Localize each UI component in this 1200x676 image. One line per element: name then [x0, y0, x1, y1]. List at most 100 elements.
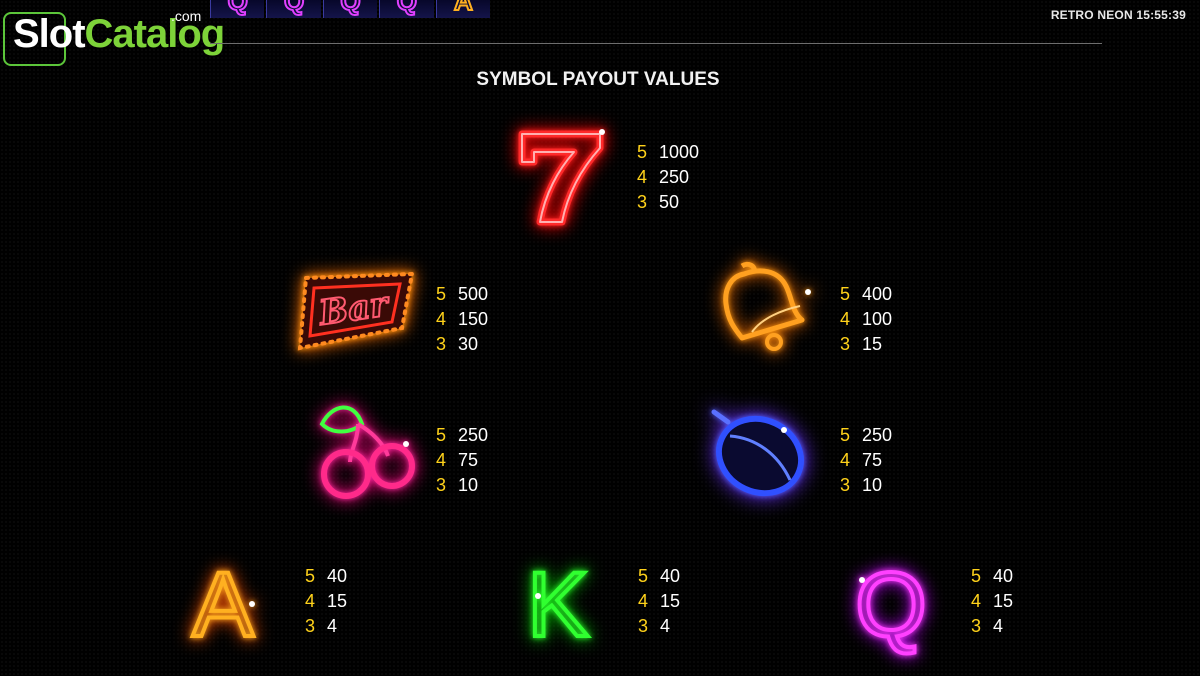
payout-value: 150 — [458, 309, 489, 329]
reel-cell: Q — [379, 0, 434, 18]
payout-row: 4 15 — [305, 589, 347, 614]
queen-symbol-icon: Q — [846, 552, 936, 658]
match-count: 5 — [638, 566, 649, 586]
match-count: 5 — [971, 566, 982, 586]
match-count: 4 — [840, 309, 851, 329]
match-count: 5 — [436, 284, 447, 304]
logo-com-text: .com — [171, 8, 202, 24]
payout-row: 5 250 — [840, 423, 892, 448]
match-count: 4 — [436, 309, 447, 329]
payout-row: 4 250 — [637, 165, 699, 190]
seven-payout-table: 5 1000 4 250 3 50 — [637, 140, 699, 215]
payout-value: 15 — [862, 334, 883, 354]
ace-symbol-icon: A — [180, 552, 266, 658]
seven-symbol-icon — [512, 122, 612, 230]
reel-cell: Q — [210, 0, 265, 18]
match-count: 3 — [840, 334, 851, 354]
payout-row: 3 50 — [637, 190, 699, 215]
payout-row: 5 250 — [436, 423, 488, 448]
payout-row: 3 10 — [436, 473, 488, 498]
match-count: 3 — [971, 616, 982, 636]
match-count: 5 — [840, 425, 851, 445]
payout-value: 100 — [862, 309, 893, 329]
ace-letter: A — [192, 554, 254, 656]
payout-value: 15 — [327, 591, 348, 611]
payout-row: 34 — [638, 614, 680, 639]
bell-symbol-icon — [712, 261, 812, 360]
payout-value: 10 — [862, 475, 883, 495]
queen-letter: Q — [855, 554, 927, 656]
plum-payout-table: 5 250 4 75 3 10 — [840, 423, 892, 498]
payout-row: 4 75 — [840, 448, 892, 473]
payout-value: 75 — [458, 450, 479, 470]
match-count: 5 — [436, 425, 447, 445]
payout-row: 5 40 — [638, 564, 680, 589]
match-count: 3 — [436, 334, 447, 354]
payout-value: 1000 — [659, 142, 700, 162]
match-count: 4 — [971, 591, 982, 611]
reel-cell: Q — [266, 0, 321, 18]
payout-row: 5 40 — [971, 564, 1013, 589]
payout-value: 15 — [993, 591, 1014, 611]
reel-strip: Q Q Q Q A — [210, 0, 491, 18]
payout-row: 5 1000 — [637, 140, 699, 165]
page-title: SYMBOL PAYOUT VALUES — [476, 69, 720, 90]
payout-value: 250 — [862, 425, 893, 445]
slotcatalog-logo[interactable]: SlotCatalog .com — [3, 8, 225, 68]
cherry-symbol-icon — [302, 400, 420, 500]
game-title-clock: RETRO NEON 15:55:39 — [1050, 8, 1186, 22]
payout-value: 4 — [660, 616, 671, 636]
bar-symbol-icon: Bar — [292, 268, 420, 356]
payout-value: 4 — [327, 616, 338, 636]
match-count: 5 — [305, 566, 316, 586]
match-count: 4 — [638, 591, 649, 611]
payout-value: 30 — [458, 334, 479, 354]
queen-payout-table: 5 40 4 15 34 — [971, 564, 1013, 639]
king-payout-table: 5 40 4 15 34 — [638, 564, 680, 639]
reel-symbol: Q — [396, 0, 418, 17]
reel-symbol: Q — [339, 0, 361, 17]
payout-row: 3 30 — [436, 332, 488, 357]
payout-value: 50 — [659, 192, 680, 212]
payout-value: 250 — [458, 425, 489, 445]
logo-catalog-text: Catalog — [84, 12, 226, 56]
reel-cell: Q — [322, 0, 378, 18]
payout-row: 5 400 — [840, 282, 892, 307]
match-count: 3 — [638, 616, 649, 636]
payout-row: 4 15 — [971, 589, 1013, 614]
reel-symbol: A — [453, 0, 474, 17]
king-letter: K — [527, 554, 588, 656]
payout-value: 40 — [327, 566, 348, 586]
payout-row: 3 10 — [840, 473, 892, 498]
payout-value: 4 — [993, 616, 1004, 636]
payout-value: 40 — [660, 566, 681, 586]
payout-value: 15 — [660, 591, 681, 611]
ace-payout-table: 5 40 4 15 34 — [305, 564, 347, 639]
bar-payout-table: 5 500 4 150 3 30 — [436, 282, 488, 357]
payout-row: 4 15 — [638, 589, 680, 614]
payout-value: 400 — [862, 284, 893, 304]
plum-symbol-icon — [706, 406, 814, 500]
match-count: 4 — [436, 450, 447, 470]
reel-symbol: Q — [283, 0, 305, 17]
payout-row: 3 15 — [840, 332, 892, 357]
match-count: 4 — [637, 167, 648, 187]
payout-row: 4 75 — [436, 448, 488, 473]
payout-value: 10 — [458, 475, 479, 495]
payout-row: 34 — [305, 614, 347, 639]
bell-payout-table: 5 400 4 100 3 15 — [840, 282, 892, 357]
logo-slot-text: Slot — [13, 12, 86, 56]
cherry-payout-table: 5 250 4 75 3 10 — [436, 423, 488, 498]
match-count: 5 — [840, 284, 851, 304]
match-count: 3 — [840, 475, 851, 495]
payout-value: 40 — [993, 566, 1014, 586]
payout-row: 34 — [971, 614, 1013, 639]
payout-row: 4 100 — [840, 307, 892, 332]
payout-value: 250 — [659, 167, 690, 187]
payout-row: 5 40 — [305, 564, 347, 589]
header-divider — [210, 43, 1102, 44]
match-count: 3 — [637, 192, 648, 212]
match-count: 4 — [840, 450, 851, 470]
payout-row: 4 150 — [436, 307, 488, 332]
payout-row: 5 500 — [436, 282, 488, 307]
